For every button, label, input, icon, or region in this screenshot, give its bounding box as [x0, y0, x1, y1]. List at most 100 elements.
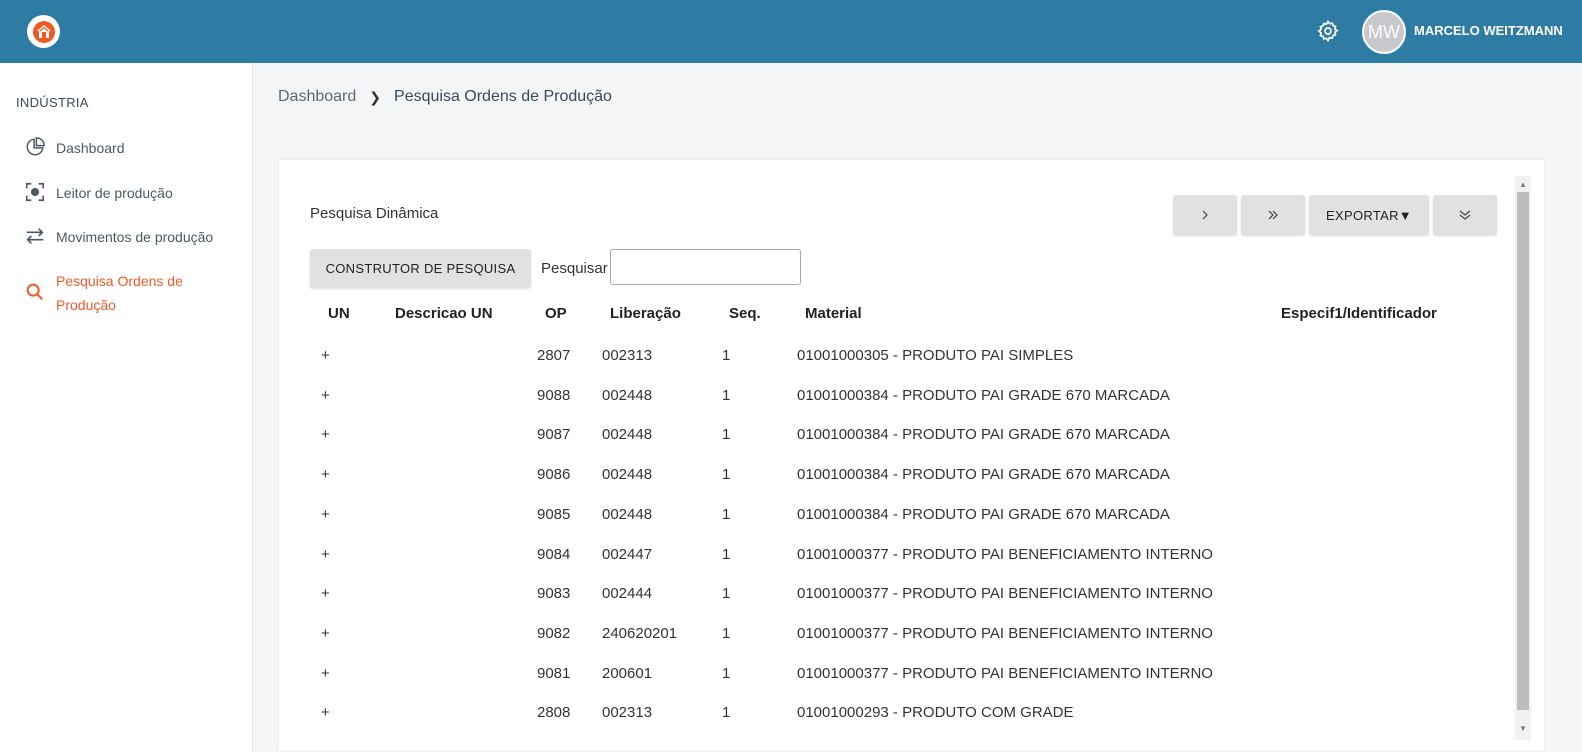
sidebar-item-dashboard[interactable]: Dashboard [24, 136, 196, 160]
house-logo-icon [32, 20, 55, 43]
table-row[interactable]: +9085 002448 1 01001000384 - PRODUTO PAI GR… [279, 497, 1509, 537]
cell-un[interactable]: + [321, 665, 330, 682]
search-card: Pesquisa Dinâmica CONSTRUTOR DE PESQUISA… [278, 159, 1545, 752]
table-row[interactable]: +9084 002447 1 01001000377 - PRODUTO PAI BE… [279, 537, 1509, 577]
double-chevron-right-icon [1268, 210, 1278, 220]
cell-material: 01001000305 - PRODUTO PAI SIMPLES [797, 347, 1074, 364]
table-row[interactable]: +9086 002448 1 01001000384 - PRODUTO PAI GR… [279, 457, 1509, 497]
cell-un[interactable]: + [321, 466, 330, 483]
table-row[interactable]: +9088 002448 1 01001000384 - PRODUTO PAI GR… [279, 378, 1509, 418]
swap-arrows-icon [26, 228, 44, 244]
column-header-material[interactable]: Material [805, 305, 862, 322]
cell-op: 9083 [537, 585, 571, 603]
last-page-button[interactable] [1241, 195, 1305, 235]
cell-op: 2808 [537, 704, 571, 722]
cell-liberacao: 002447 [602, 545, 653, 563]
column-header-especif1[interactable]: Especif1/Identificador [1281, 305, 1437, 322]
table-row[interactable]: +9083 002444 1 01001000377 - PRODUTO PAI BE… [279, 576, 1509, 616]
cell-seq: 1 [722, 664, 731, 682]
cell-un[interactable]: + [321, 506, 330, 523]
cell-liberacao: 240620201 [602, 624, 678, 642]
app-logo[interactable] [27, 15, 60, 48]
column-header-descricao-un[interactable]: Descricao UN [395, 305, 493, 322]
sidebar-item-label: Dashboard [56, 140, 125, 156]
settings-button[interactable] [1316, 19, 1340, 43]
cell-liberacao: 002313 [602, 704, 653, 722]
cell-liberacao: 002448 [602, 505, 653, 523]
table-row[interactable]: +2807 002313 1 01001000305 - PRODUTO PAI SI… [279, 338, 1509, 378]
cell-un[interactable]: + [321, 426, 330, 443]
scroll-down-icon[interactable]: ▼ [1517, 722, 1529, 734]
cell-un[interactable]: + [321, 387, 330, 404]
cell-seq: 1 [722, 426, 731, 444]
scan-focus-icon [25, 182, 45, 202]
sidebar-item-movimentos[interactable]: Movimentos de produção [24, 225, 226, 249]
cell-un[interactable]: + [321, 546, 330, 563]
sidebar-item-label: Pesquisa Ordens de Produção [56, 273, 183, 313]
cell-liberacao: 200601 [602, 664, 653, 682]
cell-op: 9086 [537, 466, 571, 484]
cell-un[interactable]: + [321, 704, 330, 721]
cell-liberacao: 002313 [602, 347, 653, 364]
cell-material: 01001000384 - PRODUTO PAI GRADE 670 MARC… [797, 505, 1170, 523]
pie-chart-icon [26, 137, 45, 156]
column-header-liberacao[interactable]: Liberação [610, 305, 681, 322]
search-label: Pesquisar [541, 260, 608, 277]
cell-material: 01001000384 - PRODUTO PAI GRADE 670 MARC… [797, 386, 1170, 404]
card-title: Pesquisa Dinâmica [310, 205, 439, 222]
gear-icon [1317, 19, 1339, 43]
cell-un[interactable]: + [321, 347, 330, 364]
search-input[interactable] [610, 249, 801, 285]
search-icon [26, 283, 44, 301]
sidebar-section-title: INDÚSTRIA [16, 95, 89, 110]
cell-liberacao: 002448 [602, 386, 653, 404]
table-row[interactable]: +9081 200601 1 01001000377 - PRODUTO PAI BE… [279, 656, 1509, 696]
breadcrumb-current: Pesquisa Ordens de Produção [394, 88, 612, 105]
top-bar: MW MARCELO WEITZMANN [0, 0, 1582, 63]
cell-liberacao: 002448 [602, 466, 653, 484]
sidebar: INDÚSTRIA Dashboard Leitor de produção M… [0, 63, 253, 752]
sidebar-item-pesquisa-ordens[interactable]: Pesquisa Ordens de Produção [24, 269, 196, 317]
table-row[interactable]: +9087 002448 1 01001000384 - PRODUTO PAI GR… [279, 417, 1509, 457]
cell-seq: 1 [722, 624, 731, 642]
user-name[interactable]: MARCELO WEITZMANN [1414, 23, 1563, 38]
cell-op: 9081 [537, 664, 571, 682]
cell-liberacao: 002448 [602, 426, 653, 444]
cell-seq: 1 [722, 466, 731, 484]
cell-seq: 1 [722, 545, 731, 563]
cell-material: 01001000377 - PRODUTO PAI BENEFICIAMENTO… [797, 545, 1213, 563]
cell-material: 01001000377 - PRODUTO PAI BENEFICIAMENTO… [797, 585, 1213, 603]
breadcrumb-dashboard[interactable]: Dashboard [278, 88, 356, 106]
next-page-button[interactable] [1173, 195, 1237, 235]
double-chevron-down-icon [1459, 210, 1471, 220]
cell-seq: 1 [722, 585, 731, 603]
column-header-un[interactable]: UN [328, 305, 350, 322]
expand-filters-button[interactable] [1433, 195, 1497, 235]
chevron-right-icon [1202, 210, 1208, 220]
cell-material: 01001000384 - PRODUTO PAI GRADE 670 MARC… [797, 466, 1170, 484]
scroll-up-icon[interactable]: ▲ [1517, 178, 1529, 190]
cell-un[interactable]: + [321, 625, 330, 642]
sidebar-item-label: Movimentos de produção [56, 229, 214, 245]
cell-seq: 1 [722, 704, 731, 722]
cell-op: 9085 [537, 505, 571, 523]
export-button[interactable]: EXPORTAR▼ [1309, 195, 1429, 235]
cell-material: 01001000384 - PRODUTO PAI GRADE 670 MARC… [797, 426, 1170, 444]
avatar-initials: MW [1368, 21, 1400, 42]
table-row[interactable]: +2808 002313 1 01001000293 - PRODUTO COM GR… [279, 695, 1509, 735]
scrollbar-thumb[interactable] [1517, 192, 1529, 710]
cell-material: 01001000377 - PRODUTO PAI BENEFICIAMENTO… [797, 624, 1213, 642]
cell-seq: 1 [722, 347, 731, 364]
column-header-op[interactable]: OP [545, 305, 567, 322]
cell-seq: 1 [722, 386, 731, 404]
cell-op: 9084 [537, 545, 571, 563]
cell-material: 01001000293 - PRODUTO COM GRADE [797, 704, 1074, 722]
cell-op: 9087 [537, 426, 571, 444]
column-header-seq[interactable]: Seq. [729, 305, 761, 322]
cell-un[interactable]: + [321, 585, 330, 602]
avatar[interactable]: MW [1362, 10, 1406, 54]
cell-liberacao: 002444 [602, 585, 653, 603]
sidebar-item-leitor[interactable]: Leitor de produção [24, 181, 216, 205]
table-row[interactable]: +9082 240620201 1 01001000377 - PRODUTO PAI… [279, 616, 1509, 656]
search-builder-button[interactable]: CONSTRUTOR DE PESQUISA [310, 249, 531, 288]
